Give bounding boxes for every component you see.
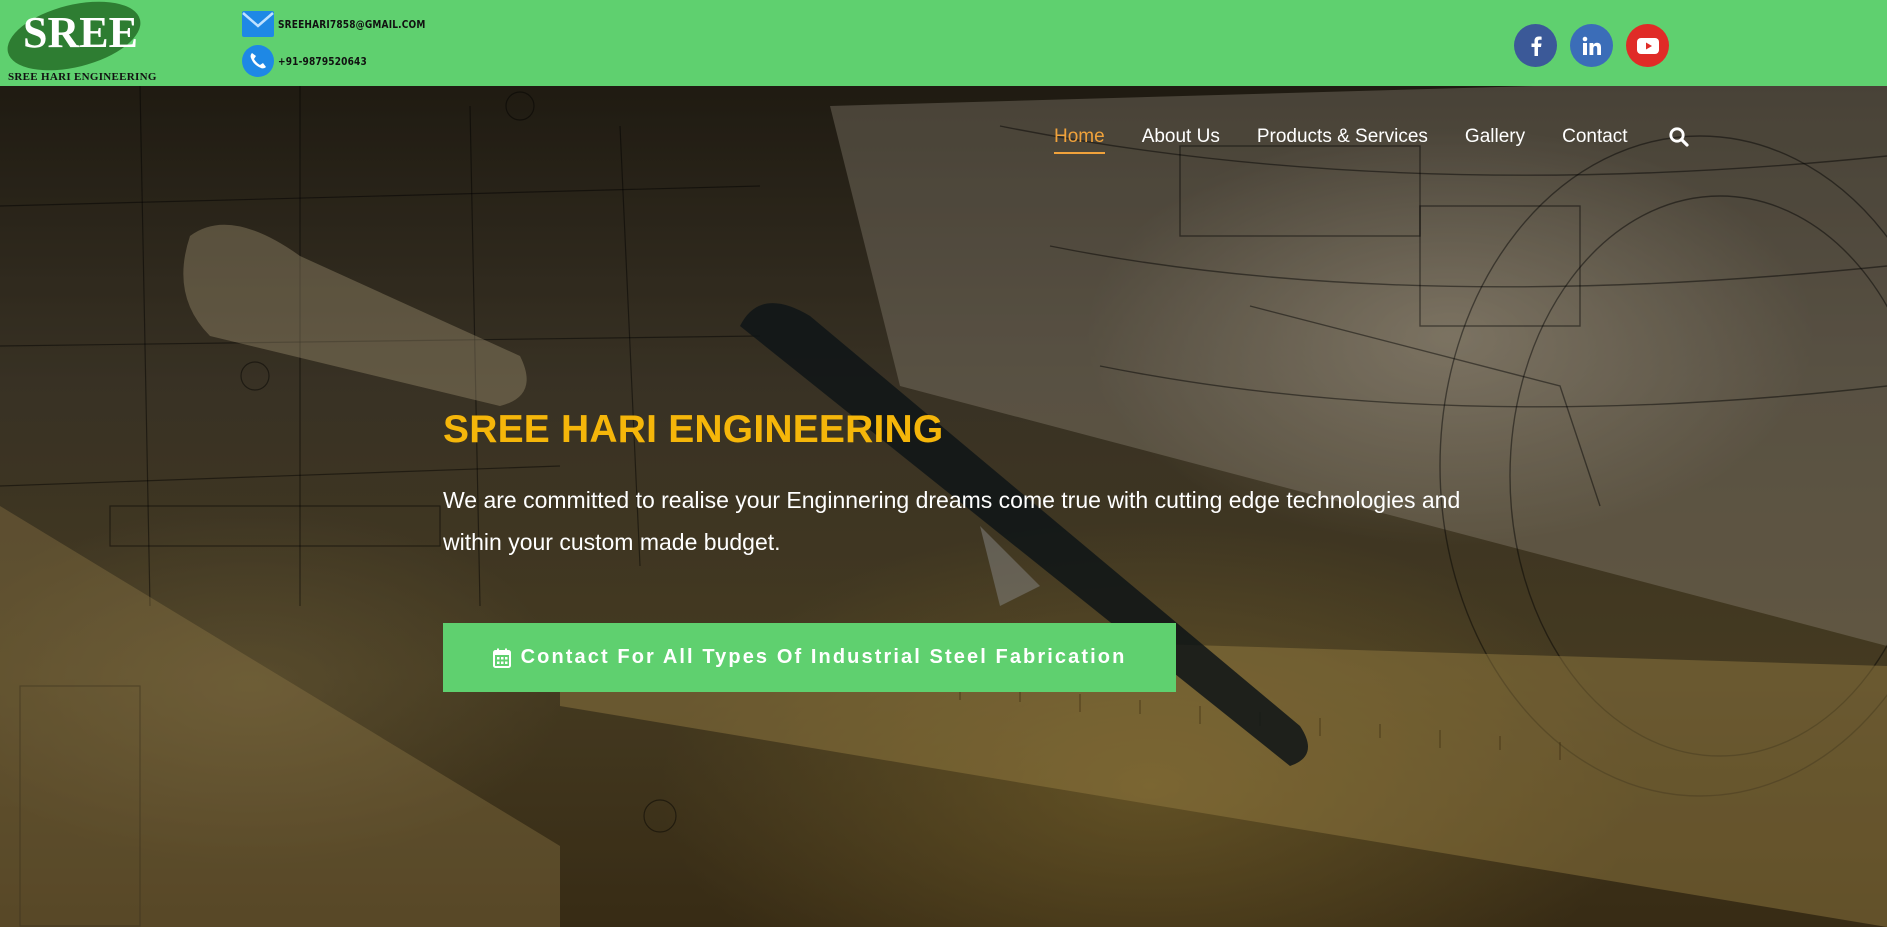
hero-description: We are committed to realise your Enginne… — [443, 487, 1461, 555]
hero-title: SREE HARI ENGINEERING — [443, 408, 944, 451]
calendar-icon — [492, 648, 511, 668]
envelope-icon — [241, 7, 275, 41]
nav-item-home[interactable]: Home — [1054, 126, 1105, 154]
email-contact[interactable]: SREEHARI7858@GMAIL.COM — [241, 7, 458, 41]
main-nav: Home About Us Products & Services Galler… — [1054, 126, 1690, 154]
facebook-button[interactable] — [1514, 24, 1557, 67]
youtube-button[interactable] — [1626, 24, 1669, 67]
logo-text: SREE — [23, 8, 138, 57]
search-icon[interactable] — [1668, 126, 1690, 148]
nav-item-about-us[interactable]: About Us — [1142, 126, 1220, 154]
phone-text[interactable]: +91-9879520643 — [278, 55, 367, 68]
top-bar: SREE SREE HARI ENGINEERING SREEHARI7858@… — [0, 0, 1887, 86]
email-text[interactable]: SREEHARI7858@GMAIL.COM — [278, 18, 425, 31]
hero-section: Home About Us Products & Services Galler… — [0, 86, 1887, 927]
cta-label: Contact For All Types Of Industrial Stee… — [520, 646, 1127, 668]
youtube-icon — [1636, 37, 1659, 54]
phone-contact[interactable]: +91-9879520643 — [241, 44, 386, 78]
linkedin-icon — [1582, 36, 1601, 55]
logo-subtitle: SREE HARI ENGINEERING — [8, 71, 157, 83]
phone-icon — [241, 44, 275, 78]
facebook-icon — [1531, 36, 1542, 56]
nav-item-contact[interactable]: Contact — [1562, 126, 1627, 154]
nav-item-gallery[interactable]: Gallery — [1465, 126, 1525, 154]
contact-cta-button[interactable]: Contact For All Types Of Industrial Stee… — [443, 623, 1176, 692]
linkedin-button[interactable] — [1570, 24, 1613, 67]
logo[interactable]: SREE SREE HARI ENGINEERING — [6, 0, 162, 86]
logo-emblem: SREE — [7, 1, 141, 71]
nav-item-products-services[interactable]: Products & Services — [1257, 126, 1428, 154]
